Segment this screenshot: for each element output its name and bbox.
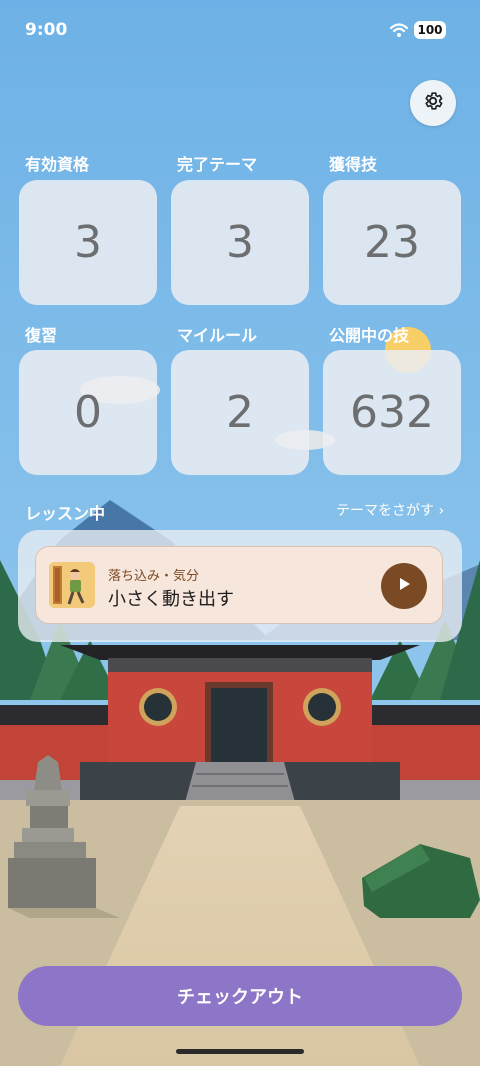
stat-card-valid-certifications[interactable]: 3 [19, 180, 157, 305]
lessons-section-label: レッスン中 [25, 504, 106, 523]
wifi-icon [389, 22, 409, 42]
battery-indicator: 100 [414, 21, 446, 39]
stat-label-acquired-skills: 獲得技 [329, 155, 378, 174]
stat-value: 632 [350, 387, 434, 438]
settings-button[interactable] [410, 80, 456, 126]
gear-icon [422, 90, 444, 116]
current-lesson-card[interactable]: 落ち込み・気分 小さく動き出す [35, 546, 443, 624]
stat-value: 0 [74, 387, 102, 438]
stat-card-acquired-skills[interactable]: 23 [323, 180, 461, 305]
stat-card-completed-themes[interactable]: 3 [171, 180, 309, 305]
stat-card-my-rules[interactable]: 2 [171, 350, 309, 475]
stat-value: 3 [74, 217, 102, 268]
lesson-title: 小さく動き出す [108, 589, 234, 610]
lesson-thumbnail [49, 562, 95, 608]
stat-card-review[interactable]: 0 [19, 350, 157, 475]
stat-value: 23 [364, 217, 420, 268]
stat-label-review: 復習 [25, 326, 58, 345]
status-bar: 9:00 100 [0, 0, 480, 60]
lessons-panel: 落ち込み・気分 小さく動き出す [18, 530, 462, 642]
home-indicator [176, 1049, 304, 1054]
stat-value: 2 [226, 387, 254, 438]
lesson-category: 落ち込み・気分 [108, 569, 200, 584]
status-time: 9:00 [25, 20, 68, 40]
stat-label-valid-certifications: 有効資格 [25, 155, 90, 174]
stat-card-published-skills[interactable]: 632 [323, 350, 461, 475]
find-theme-link[interactable]: テーマをさがす › [336, 500, 444, 520]
play-button[interactable] [381, 563, 427, 609]
stat-label-published-skills: 公開中の技 [329, 326, 410, 345]
checkout-button[interactable]: チェックアウト [18, 966, 462, 1026]
stat-value: 3 [226, 217, 254, 268]
play-icon [396, 576, 412, 596]
checkout-button-label: チェックアウト [177, 987, 303, 1008]
stat-label-my-rules: マイルール [177, 326, 258, 345]
stat-label-completed-themes: 完了テーマ [177, 155, 258, 174]
